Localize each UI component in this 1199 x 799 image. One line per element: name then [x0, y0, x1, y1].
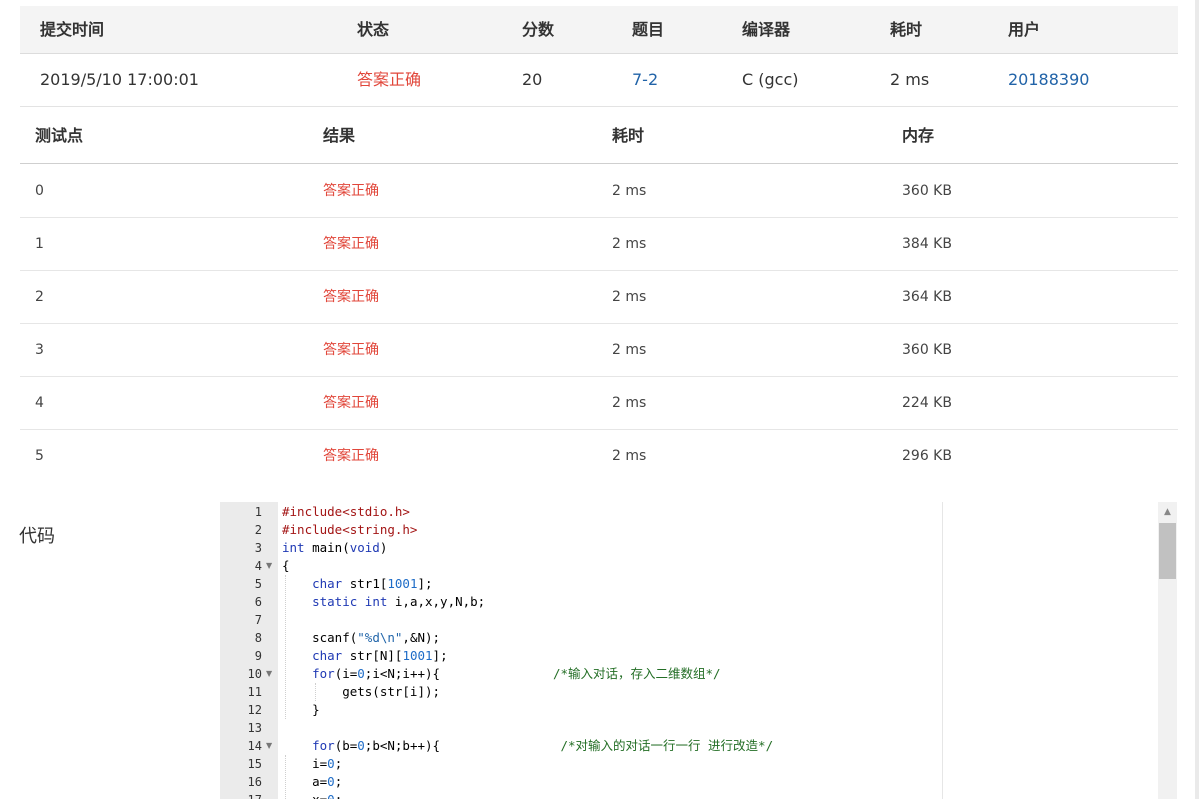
testcase-row: 0 答案正确 2 ms 360 KB [20, 165, 1178, 218]
code-line[interactable]: char str[N][1001]; [282, 647, 448, 665]
testcase-result: 答案正确 [323, 236, 379, 252]
testcase-id: 0 [35, 183, 44, 199]
code-line[interactable]: int main(void) [282, 539, 387, 557]
testcase-time: 2 ms [612, 289, 647, 305]
testcase-row: 5 答案正确 2 ms 296 KB [20, 430, 1178, 482]
indent-guide [315, 683, 316, 701]
code-line[interactable]: for(i=0;i<N;i++){ /*输入对话，存入二维数组*/ [282, 665, 720, 683]
code-line[interactable]: #include<string.h> [282, 521, 417, 539]
testcase-memory: 364 KB [902, 289, 952, 305]
fold-toggle-icon[interactable]: ▼ [266, 557, 276, 575]
header-memory: 内存 [902, 126, 935, 145]
testcase-id: 1 [35, 236, 44, 252]
submission-table-header: 提交时间 状态 分数 题目 编译器 耗时 用户 [20, 6, 1178, 54]
print-margin [942, 502, 943, 799]
testcase-memory: 384 KB [902, 236, 952, 252]
line-number: 8 [254, 631, 262, 645]
testcase-row: 1 答案正确 2 ms 384 KB [20, 218, 1178, 271]
code-label: 代码 [19, 526, 55, 547]
code-line[interactable]: static int i,a,x,y,N,b; [282, 593, 485, 611]
code-line[interactable]: { [282, 557, 290, 575]
header-result: 结果 [323, 126, 356, 145]
testcase-time: 2 ms [612, 395, 647, 411]
indent-guide [285, 575, 286, 719]
testcase-table-header: 测试点 结果 耗时 内存 [20, 108, 1178, 164]
code-editor[interactable]: 1234▼5678910▼11121314▼151617 #include<st… [220, 502, 1158, 799]
line-number: 15 [247, 757, 262, 771]
line-number: 9 [254, 649, 262, 663]
testcase-id: 3 [35, 342, 44, 358]
indent-guide [285, 755, 286, 799]
header-compiler: 编译器 [742, 20, 791, 39]
scrollbar-thumb[interactable] [1159, 523, 1176, 579]
code-line[interactable]: scanf("%d\n",&N); [282, 629, 440, 647]
testcase-result: 答案正确 [323, 183, 379, 199]
testcase-result: 答案正确 [323, 448, 379, 464]
line-number: 17 [220, 791, 262, 799]
editor-scrollbar[interactable]: ▲ [1158, 502, 1177, 799]
submission-row: 2019/5/10 17:00:01 答案正确 20 7-2 C (gcc) 2… [20, 54, 1178, 107]
fold-toggle-icon[interactable]: ▼ [266, 665, 276, 683]
line-number: 5 [254, 577, 262, 591]
line-number: 7 [254, 613, 262, 627]
compiler-value: C (gcc) [742, 70, 799, 89]
testcase-result: 答案正确 [323, 395, 379, 411]
testcase-time: 2 ms [612, 448, 647, 464]
code-line[interactable]: gets(str[i]); [282, 683, 440, 701]
header-submit-time: 提交时间 [40, 20, 105, 39]
line-number: 16 [247, 775, 262, 789]
testcase-result: 答案正确 [323, 342, 379, 358]
duration-value: 2 ms [890, 70, 930, 89]
code-line[interactable]: x=0; [282, 791, 342, 799]
line-number: 2 [254, 523, 262, 537]
testcase-row: 4 答案正确 2 ms 224 KB [20, 377, 1178, 430]
testcase-id: 4 [35, 395, 44, 411]
page-scrollbar[interactable] [1195, 0, 1199, 799]
line-number: 13 [247, 721, 262, 735]
code-line[interactable]: #include<stdio.h> [282, 503, 410, 521]
line-number: 12 [247, 703, 262, 717]
user-link[interactable]: 20188390 [1008, 54, 1089, 106]
line-number: 14 [247, 739, 262, 753]
testcase-time: 2 ms [612, 236, 647, 252]
line-number: 6 [254, 595, 262, 609]
line-number-gutter: 1234▼5678910▼11121314▼151617 [220, 502, 278, 799]
submit-time: 2019/5/10 17:00:01 [40, 70, 199, 89]
testcase-time: 2 ms [612, 183, 647, 199]
header-time: 耗时 [612, 126, 645, 145]
testcase-time: 2 ms [612, 342, 647, 358]
status-badge: 答案正确 [357, 70, 422, 89]
testcase-memory: 224 KB [902, 395, 952, 411]
scroll-up-icon[interactable]: ▲ [1158, 502, 1177, 522]
header-score: 分数 [522, 20, 555, 39]
testcase-id: 5 [35, 448, 44, 464]
testcase-memory: 360 KB [902, 183, 952, 199]
header-testcase: 测试点 [35, 126, 84, 145]
line-number: 1 [254, 505, 262, 519]
code-line[interactable]: a=0; [282, 773, 342, 791]
line-number: 10 [247, 667, 262, 681]
line-number: 3 [254, 541, 262, 555]
header-user: 用户 [1008, 20, 1041, 39]
testcase-row: 2 答案正确 2 ms 364 KB [20, 271, 1178, 324]
header-status: 状态 [357, 20, 390, 39]
line-number: 11 [247, 685, 262, 699]
testcase-memory: 360 KB [902, 342, 952, 358]
score-value: 20 [522, 70, 543, 89]
code-line[interactable]: char str1[1001]; [282, 575, 432, 593]
problem-link[interactable]: 7-2 [632, 54, 658, 106]
code-line[interactable]: for(b=0;b<N;b++){ /*对输入的对话一行一行 进行改造*/ [282, 737, 773, 755]
code-line[interactable]: } [282, 701, 320, 719]
fold-toggle-icon[interactable]: ▼ [266, 737, 276, 755]
header-problem: 题目 [632, 20, 665, 39]
testcase-row: 3 答案正确 2 ms 360 KB [20, 324, 1178, 377]
line-number: 4 [254, 559, 262, 573]
testcase-id: 2 [35, 289, 44, 305]
testcase-result: 答案正确 [323, 289, 379, 305]
header-duration: 耗时 [890, 20, 923, 39]
testcase-memory: 296 KB [902, 448, 952, 464]
code-line[interactable]: i=0; [282, 755, 342, 773]
